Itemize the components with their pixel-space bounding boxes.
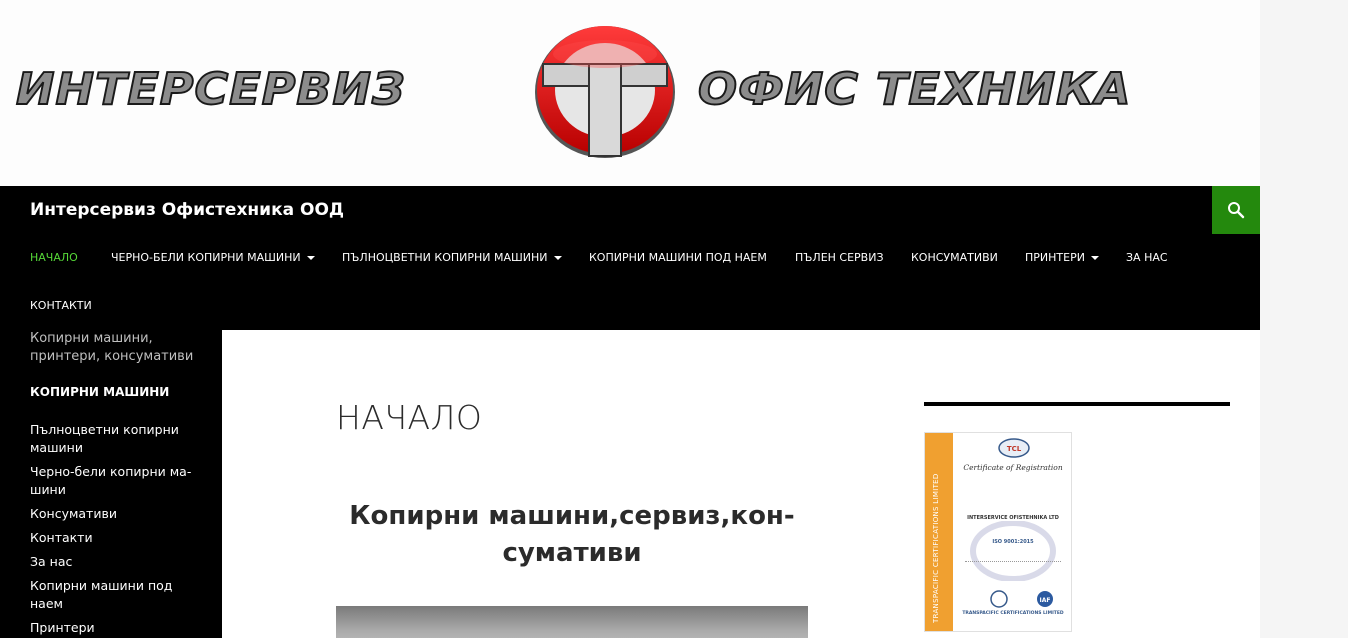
site-tagline: Копирни машини, принтери, консумативи	[30, 331, 194, 364]
nav-item-rental[interactable]: Копирни машини под наем	[589, 251, 767, 264]
chevron-down-icon	[306, 255, 315, 260]
nav-item-label: Начало	[30, 251, 78, 264]
left-sidebar: Копирни машини, принтери, консумативи Ко…	[0, 330, 222, 638]
sidebar-item-printers[interactable]: Принтери	[30, 619, 200, 637]
nav-item-label: Консумативи	[911, 251, 998, 264]
certificate-logos-icon: IAF	[990, 590, 1053, 608]
certificate-side-strip: TRANSPACIFIC CERTIFICATIONS LIMITED	[925, 433, 953, 631]
certificate-title: Certificate of Registration	[963, 463, 1063, 472]
page: ИНТЕРСЕРВИЗ ОФИС ТЕХНИКА Интерсервиз Офи…	[0, 0, 1260, 638]
masthead: Интерсервиз Офистехника ООД Начало Черно…	[0, 186, 1260, 330]
chevron-down-icon	[1090, 255, 1099, 260]
sidebar-item-contacts[interactable]: Контакти	[30, 529, 200, 547]
sidebar-item-consumables[interactable]: Консумативи	[30, 505, 200, 523]
post-heading: Копирни машини,сервиз,кон­сумативи	[349, 501, 795, 568]
sidebar-widget-title: Копирни машини	[30, 385, 170, 399]
sidebar-item-color-copiers[interactable]: Пълноцветни копирни машини	[30, 421, 200, 457]
widget-divider	[924, 402, 1230, 406]
nav-item-service[interactable]: Пълен сервиз	[795, 251, 884, 264]
site-title[interactable]: Интерсервиз Офистехника ООД	[30, 200, 344, 220]
nav-item-label: Принтери	[1025, 251, 1085, 264]
svg-text:TCL: TCL	[1007, 445, 1022, 453]
nav-item-label: Пълноцветни копирни машини	[342, 251, 548, 264]
sidebar-item-about[interactable]: За нас	[30, 553, 200, 571]
nav-item-home[interactable]: Начало	[30, 251, 78, 264]
iso-certificate-image[interactable]: TRANSPACIFIC CERTIFICATIONS LIMITED TCL …	[924, 432, 1072, 632]
nav-item-label: Черно-бели копирни машини	[111, 251, 301, 264]
page-title: Начало	[336, 398, 483, 437]
certificate-seal-icon: TCL	[998, 438, 1030, 458]
search-icon	[1228, 202, 1245, 219]
chevron-down-icon	[553, 255, 562, 260]
logo-text-right: ОФИС ТЕХНИКА	[697, 62, 1132, 115]
logo-mark-icon	[535, 26, 675, 158]
nav-item-label: Пълен сервиз	[795, 251, 884, 264]
sidebar-item-bw-copiers[interactable]: Черно-бели копирни ма­шини	[30, 463, 200, 499]
certificate-standard: ISO 9001:2015	[992, 539, 1034, 545]
nav-item-about[interactable]: За нас	[1126, 251, 1168, 264]
sidebar-item-rental[interactable]: Копирни машини под наем	[30, 577, 200, 613]
svg-text:IAF: IAF	[1040, 597, 1051, 604]
post-image	[336, 606, 808, 638]
nav-item-bw-copiers[interactable]: Черно-бели копирни машини	[111, 251, 315, 264]
nav-item-label: Копирни машини под наем	[589, 251, 767, 264]
nav-item-printers[interactable]: Принтери	[1025, 251, 1099, 264]
certificate-footer: TRANSPACIFIC CERTIFICATIONS LIMITED	[962, 611, 1064, 616]
nav-item-label: За нас	[1126, 251, 1168, 264]
search-button[interactable]	[1212, 186, 1260, 234]
nav-item-color-copiers[interactable]: Пълноцветни копирни машини	[342, 251, 562, 264]
header-banner[interactable]: ИНТЕРСЕРВИЗ ОФИС ТЕХНИКА	[0, 0, 1260, 186]
nav-item-label: Контакти	[30, 299, 92, 312]
certificate-strip-text: TRANSPACIFIC CERTIFICATIONS LIMITED	[932, 473, 940, 623]
nav-item-contacts[interactable]: Контакти	[30, 299, 92, 312]
logo-text-left: ИНТЕРСЕРВИЗ	[15, 62, 406, 115]
nav-item-consumables[interactable]: Консумативи	[911, 251, 998, 264]
